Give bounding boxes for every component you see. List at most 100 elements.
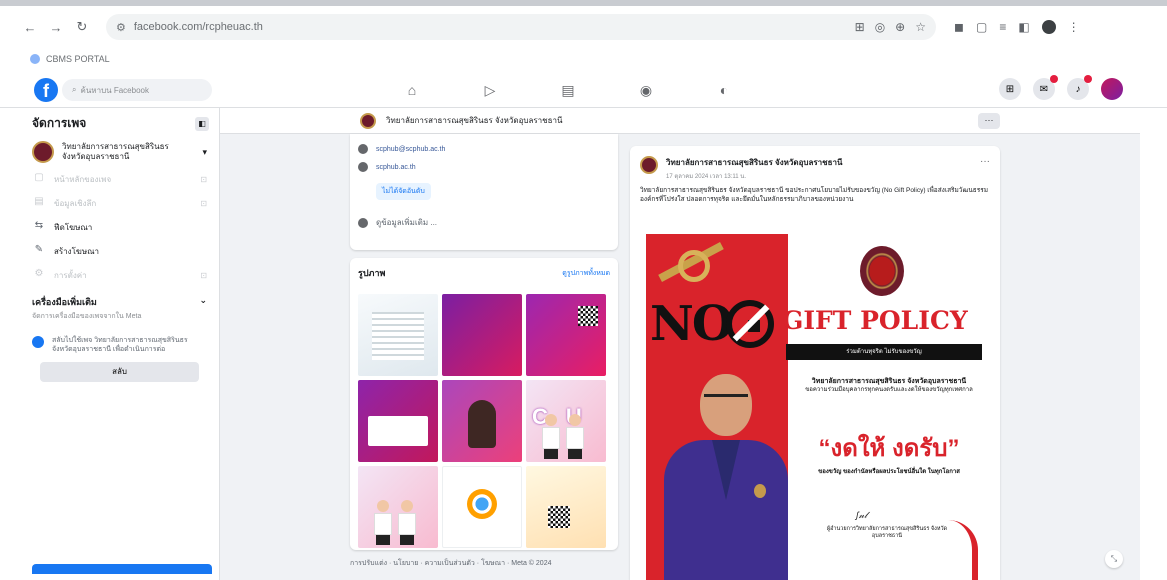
page-title[interactable]: วิทยาลัยการสาธารณสุขสิรินธร จังหวัดอุบลร…	[386, 114, 562, 127]
bookmark-favicon-icon	[30, 54, 40, 64]
chevron-down-icon[interactable]: ⌄	[199, 295, 207, 309]
messenger-badge	[1050, 75, 1058, 83]
email-link[interactable]: scphub@scphub.ac.th	[376, 146, 445, 153]
home-icon[interactable]: ⌂	[400, 78, 424, 102]
gaming-icon[interactable]: ◐	[712, 78, 736, 102]
more-info-icon	[358, 217, 368, 228]
facebook-logo-icon[interactable]: f	[34, 78, 58, 102]
sidebar-item-ad-feed[interactable]: ⇆ ฟีดโฆษณา	[20, 215, 219, 239]
college-seal-logo	[860, 246, 904, 296]
manage-page-sidebar: จัดการเพจ ◧ วิทยาลัยการสาธารณสุขสิรินธร …	[20, 108, 220, 580]
page-switcher[interactable]: วิทยาลัยการสาธารณสุขสิรินธร จังหวัดอุบลร…	[20, 137, 219, 167]
reading-list-icon[interactable]: ≡	[999, 20, 1006, 34]
post-author-avatar[interactable]	[640, 156, 658, 174]
poster-no-text: NO	[650, 296, 734, 352]
more-options-icon[interactable]: ···	[978, 113, 1000, 129]
back-icon[interactable]: ←	[20, 17, 40, 37]
sidebar-item-label: การตั้งค่า	[54, 270, 87, 280]
facebook-search-input[interactable]: ⌕ ค้นหาบน Facebook	[62, 79, 212, 101]
facebook-header: f ⌕ ค้นหาบน Facebook ⌂ ▷ ▤ ◉ ◐ ⊞ ✉ ♪	[0, 72, 1167, 108]
translate-icon[interactable]: ⊞	[855, 20, 865, 34]
page-avatar	[32, 141, 54, 163]
groups-icon[interactable]: ◉	[634, 78, 658, 102]
main-nav: ⌂ ▷ ▤ ◉ ◐	[400, 78, 736, 102]
browser-toolbar: ← → ↻ ⚙ facebook.com/rcpheuac.th ⊞ ◎ ⊕ ☆…	[0, 6, 1167, 48]
minimize-chat-icon[interactable]: ⤡	[1105, 550, 1123, 568]
sidebar-item-create-ad[interactable]: ✎ สร้างโฆษณา	[20, 239, 219, 263]
prohibited-icon	[726, 300, 774, 348]
gift-ribbon-graphic	[656, 244, 716, 284]
lock-icon: ⊡	[200, 270, 207, 280]
insights-icon: ▤	[34, 196, 44, 207]
post-timestamp[interactable]: 17 ตุลาคม 2024 เวลา 13:11 น.	[666, 171, 842, 181]
chevron-down-icon[interactable]: ▾	[202, 147, 207, 158]
bookmark-item[interactable]: CBMS PORTAL	[46, 54, 110, 64]
notification-badge	[1084, 75, 1092, 83]
footer-links[interactable]: การปรับแต่ง · นโยบาย · ความเป็นส่วนตัว ·…	[350, 558, 618, 569]
student-figure	[374, 500, 392, 545]
post-image[interactable]: NO GIFT POLICY ร่วมต้านทุจริต ไม่รับของข…	[646, 234, 986, 580]
sidebar-item-label: ฟีดโฆษณา	[54, 222, 93, 232]
sidebar-item-settings[interactable]: ⚙ การตั้งค่า ⊡	[20, 263, 219, 287]
poster-band: ร่วมต้านทุจริต ไม่รับของขวัญ	[786, 344, 982, 360]
bookmark-star-icon[interactable]: ☆	[915, 20, 926, 34]
poster-gift-policy: GIFT POLICY	[782, 306, 968, 335]
address-bar[interactable]: ⚙ facebook.com/rcpheuac.th ⊞ ◎ ⊕ ☆	[106, 14, 936, 40]
extension-icon[interactable]: ◼	[954, 20, 964, 34]
menu-grid-icon[interactable]: ⊞	[999, 78, 1021, 100]
menu-dots-icon[interactable]: ⋮	[1068, 20, 1080, 34]
signature-graphic: ʃ𝓃𝓁	[856, 510, 868, 520]
student-figure	[398, 500, 416, 545]
zoom-icon[interactable]: ⊕	[895, 20, 905, 34]
account-avatar[interactable]	[1101, 78, 1123, 100]
see-all-photos-link[interactable]: ดูรูปภาพทั้งหมด	[562, 268, 610, 279]
notifications-icon[interactable]: ♪	[1067, 75, 1092, 100]
photos-card: รูปภาพ ดูรูปภาพทั้งหมด CU	[350, 258, 618, 550]
post-author[interactable]: วิทยาลัยการสาธารณสุขสิรินธร จังหวัดอุบลร…	[666, 156, 842, 169]
marketplace-icon[interactable]: ▤	[556, 78, 580, 102]
sidebar-item-label: ข้อมูลเชิงลึก	[54, 198, 97, 208]
switch-notice-text: สลับไปใช้เพจ วิทยาลัยการสาธารณสุขสิรินธร…	[52, 337, 188, 353]
website-link[interactable]: scphub.ac.th	[376, 164, 416, 171]
sidepanel-icon[interactable]: ◧	[1018, 20, 1029, 34]
photo-thumbnail[interactable]	[442, 466, 522, 548]
poster-org-desc: ขอความร่วมมือบุคลากรทุกคนงดรับและงดให้ขอ…	[805, 387, 973, 393]
page-avatar[interactable]	[360, 112, 376, 129]
primary-action-button[interactable]	[32, 564, 212, 574]
switch-button[interactable]: สลับ	[40, 362, 199, 382]
director-photo	[662, 364, 790, 580]
gear-icon: ⚙	[34, 268, 44, 279]
photo-thumbnail[interactable]	[358, 294, 438, 376]
photo-thumbnail[interactable]: CU	[526, 380, 606, 462]
clipboard-icon[interactable]: ▢	[976, 20, 987, 34]
photo-thumbnail[interactable]	[526, 466, 606, 548]
lens-icon[interactable]: ◎	[875, 20, 885, 34]
see-more-about-link[interactable]: ดูข้อมูลเพิ่มเติม ...	[376, 216, 437, 229]
sidebar-collapse-icon[interactable]: ◧	[195, 116, 209, 131]
student-figure	[542, 414, 560, 459]
photo-thumbnail[interactable]	[358, 466, 438, 548]
reload-icon[interactable]: ↻	[72, 17, 92, 37]
profile-avatar[interactable]	[1041, 20, 1056, 34]
more-options-icon[interactable]: ···	[980, 156, 990, 167]
forward-icon[interactable]: →	[46, 17, 66, 37]
sidebar-title: จัดการเพจ	[32, 116, 87, 130]
poster-signer: ผู้อำนวยการวิทยาลัยการสาธารณสุขสิรินธร จ…	[826, 526, 948, 539]
photo-thumbnail[interactable]	[442, 294, 522, 376]
page-header-bar: วิทยาลัยการสาธารณสุขสิรินธร จังหวัดอุบลร…	[220, 108, 1140, 134]
sidebar-item-page-home[interactable]: ▢ หน้าหลักของเพจ ⊡	[20, 167, 219, 191]
email-icon	[358, 144, 368, 154]
photo-thumbnail[interactable]	[526, 294, 606, 376]
poster-slogan: “งดให้ งดรับ”	[818, 435, 960, 462]
lock-icon: ⊡	[200, 174, 207, 184]
site-info-icon[interactable]: ⚙	[116, 21, 126, 34]
globe-icon	[358, 162, 368, 172]
watch-icon[interactable]: ▷	[478, 78, 502, 102]
photo-thumbnail[interactable]	[358, 380, 438, 462]
sidebar-item-label: สร้างโฆษณา	[54, 246, 99, 256]
rating-badge[interactable]: ไม่ได้จัดอันดับ	[376, 183, 431, 200]
photo-thumbnail[interactable]	[442, 380, 522, 462]
messenger-icon[interactable]: ✉	[1033, 75, 1058, 100]
sidebar-item-insights[interactable]: ▤ ข้อมูลเชิงลึก ⊡	[20, 191, 219, 215]
megaphone-icon: ⇆	[34, 220, 44, 231]
